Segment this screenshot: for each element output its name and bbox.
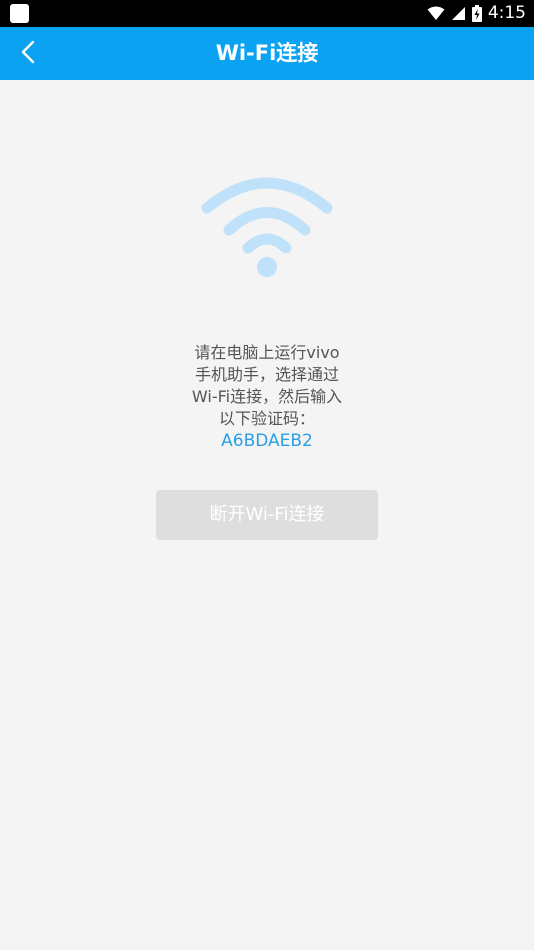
instruction-line: 手机助手，选择通过 [194, 365, 339, 384]
status-time: 4:15 [487, 3, 526, 23]
title-bar: Wi-Fi连接 [0, 27, 534, 80]
cell-signal-icon [451, 6, 466, 21]
wifi-icon [197, 170, 337, 285]
verification-code: A6BDAEB2 [221, 431, 313, 451]
instruction-line: Wi-Fi连接，然后输入 [191, 387, 343, 406]
page-title: Wi-Fi连接 [215, 41, 319, 65]
instruction-text: 请在电脑上运行vivo 手机助手，选择通过 Wi-Fi连接，然后输入 以下验证码… [150, 342, 384, 430]
notification-square-icon [10, 4, 29, 23]
battery-charging-icon [471, 5, 482, 22]
status-icons: 4:15 [427, 0, 526, 27]
disconnect-wifi-button[interactable]: 断开Wi-Fi连接 [156, 490, 378, 540]
instruction-line: 以下验证码： [218, 409, 315, 428]
instruction-line: 请在电脑上运行vivo [194, 343, 340, 362]
status-bar: 4:15 [0, 0, 534, 27]
wifi-signal-icon [427, 6, 445, 21]
